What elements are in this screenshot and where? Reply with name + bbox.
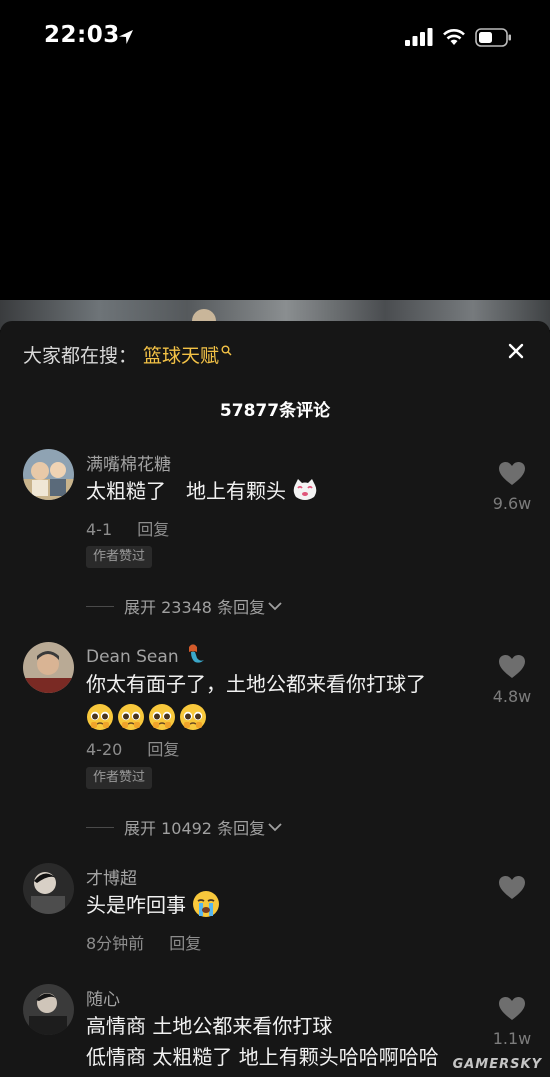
comment-item: 满嘴棉花糖 太粗糙了 地上有颗头 4-1 回复 作者赞过 9.6w 展开 233…: [0, 449, 550, 619]
comment-date: 8分钟前: [86, 934, 145, 953]
mermaid-emoji-icon: [189, 644, 204, 663]
trending-search-prefix: 大家都在搜：: [23, 345, 138, 367]
comment-text-body: 太粗糙了 地上有颗头: [86, 479, 286, 503]
like-button[interactable]: [486, 875, 538, 904]
cellular-signal-icon: [405, 28, 433, 46]
comment-meta: 4-20 回复: [86, 736, 179, 760]
pleading-face-emoji-icon: [87, 703, 113, 730]
comment-text-body: 头是咋回事: [86, 893, 186, 917]
expand-divider: [86, 605, 114, 607]
comment-text: 你太有面子了，土地公都来看你打球了: [86, 669, 426, 731]
comment-text: 头是咋回事: [86, 890, 220, 921]
comment-username[interactable]: 满嘴棉花糖: [86, 450, 171, 475]
pleading-face-emoji-icon: [180, 703, 206, 730]
avatar[interactable]: [23, 642, 74, 693]
close-icon: [508, 343, 524, 359]
comment-date: 4-20: [86, 740, 123, 759]
battery-icon: [475, 27, 511, 47]
status-icons: [405, 26, 512, 48]
comment-username[interactable]: 才博超: [86, 864, 137, 889]
close-button[interactable]: [504, 339, 528, 363]
comment-username[interactable]: 随心: [86, 985, 120, 1010]
cat-face-emoji-icon: [294, 479, 317, 500]
pleading-face-emoji-icon: [118, 703, 144, 730]
video-player[interactable]: [0, 70, 550, 302]
chevron-down-icon: [268, 823, 282, 832]
chevron-down-icon: [268, 602, 282, 611]
comment-text-line: 高情商 土地公都来看你打球: [86, 1014, 333, 1038]
status-bar: 22:03: [0, 0, 550, 70]
expand-replies-label: 展开 23348 条回复: [124, 598, 266, 617]
pleading-face-emoji-icon: [149, 703, 175, 730]
comment-item: 才博超 头是咋回事 8分钟前 回复: [0, 863, 550, 963]
emoji-row: [86, 703, 207, 731]
heart-icon: [499, 655, 525, 678]
heart-icon: [499, 876, 525, 899]
comment-text: 太粗糙了 地上有颗头: [86, 476, 318, 507]
comment-sheet: 大家都在搜： 篮球天赋 57877条评论 满嘴棉花糖 太粗糙了 地上有颗头 4-…: [0, 321, 550, 1077]
like-count: 1.1w: [492, 1029, 532, 1048]
location-arrow-icon: [119, 30, 133, 44]
trending-search-keyword[interactable]: 篮球天赋: [143, 341, 219, 368]
comment-meta: 8分钟前 回复: [86, 930, 201, 954]
avatar[interactable]: [23, 449, 74, 500]
expand-divider: [86, 826, 114, 828]
like-button[interactable]: 1.1w: [486, 996, 538, 1048]
wifi-icon: [443, 29, 465, 45]
comment-text-body: 你太有面子了，土地公都来看你打球了: [86, 672, 426, 696]
like-count: 4.8w: [492, 687, 532, 706]
trending-search[interactable]: 大家都在搜： 篮球天赋: [23, 341, 232, 368]
comment-count: 57877条评论: [219, 401, 331, 421]
expand-replies-label: 展开 10492 条回复: [124, 819, 266, 838]
watermark-logo: GAMERSKY: [452, 1057, 542, 1072]
like-count: 9.6w: [492, 494, 532, 513]
like-button[interactable]: 4.8w: [486, 654, 538, 706]
search-icon: [221, 345, 232, 356]
comment-date: 4-1: [86, 520, 113, 539]
like-button[interactable]: 9.6w: [486, 461, 538, 513]
expand-replies-button[interactable]: 展开 23348 条回复: [86, 594, 283, 618]
avatar[interactable]: [23, 863, 74, 914]
heart-icon: [499, 997, 525, 1020]
heart-icon: [499, 462, 525, 485]
status-time: 22:03: [44, 22, 120, 48]
comment-text: 高情商 土地公都来看你打球 低情商 太粗糙了 地上有颗头哈哈啊哈哈: [86, 1011, 439, 1073]
avatar[interactable]: [23, 984, 74, 1035]
reply-button[interactable]: 回复: [169, 934, 201, 953]
comment-text-line: 低情商 太粗糙了 地上有颗头哈哈啊哈哈: [86, 1045, 439, 1069]
crying-face-emoji-icon: [193, 891, 220, 917]
comment-meta: 4-1 回复: [86, 516, 169, 540]
comment-username[interactable]: Dean Sean: [86, 643, 206, 667]
comment-item: Dean Sean 你太有面子了，土地公都来看你打球了 4-20 回复 作者赞过: [0, 642, 550, 842]
reply-button[interactable]: 回复: [147, 740, 179, 759]
reply-button[interactable]: 回复: [137, 520, 169, 539]
author-liked-badge: 作者赞过: [86, 767, 153, 789]
author-liked-badge: 作者赞过: [86, 546, 153, 568]
expand-replies-button[interactable]: 展开 10492 条回复: [86, 815, 283, 839]
comment-username-text: Dean Sean: [86, 647, 179, 667]
